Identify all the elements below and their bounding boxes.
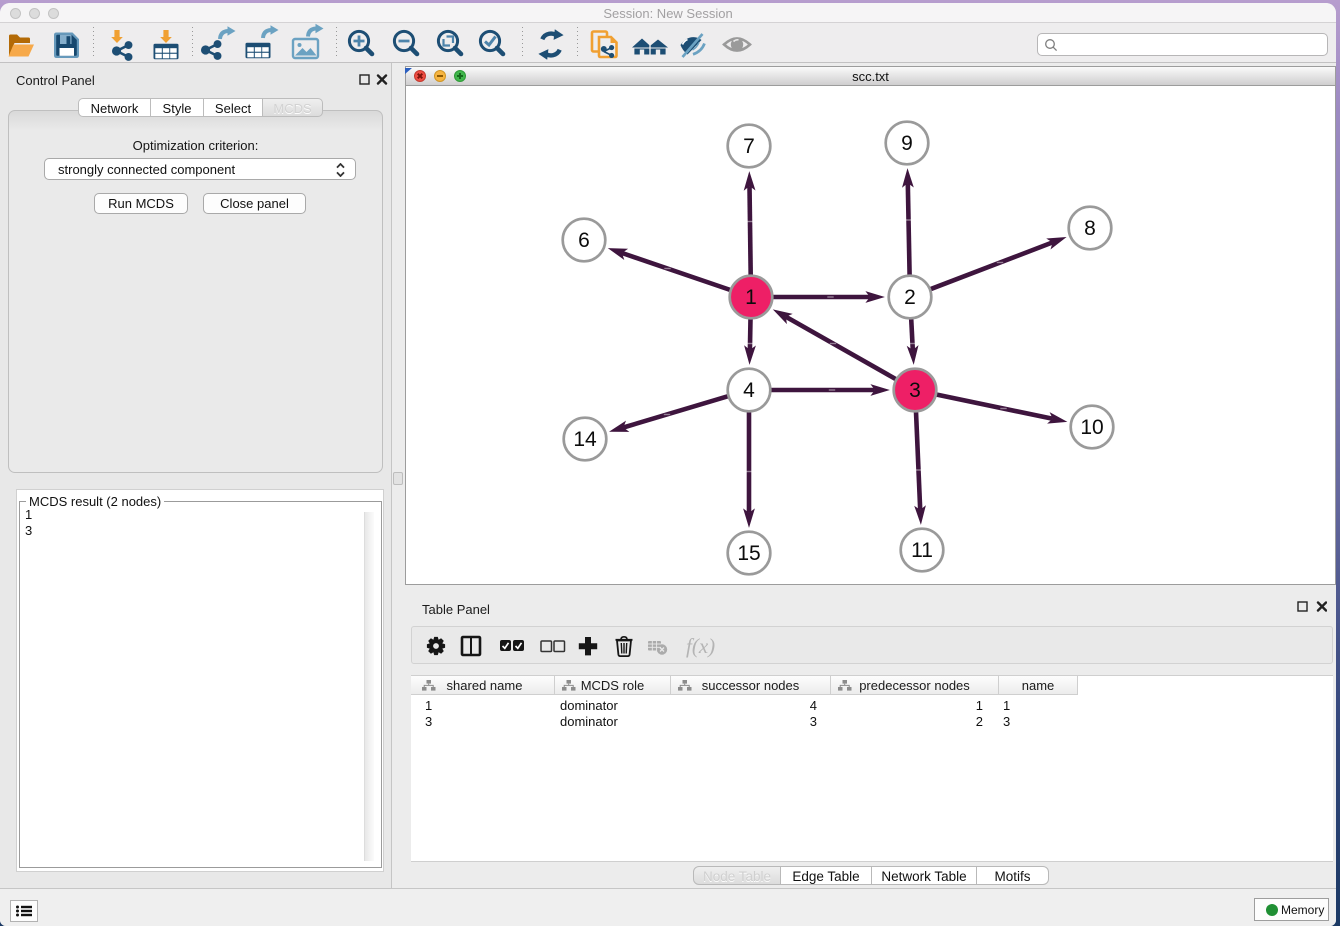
svg-text:15: 15 [737, 542, 760, 565]
svg-text:1: 1 [745, 286, 757, 309]
svg-text:6: 6 [578, 229, 590, 252]
svg-text:7: 7 [743, 135, 755, 158]
svg-text:4: 4 [743, 379, 755, 402]
svg-text:14: 14 [573, 428, 597, 451]
svg-text:3: 3 [909, 379, 921, 402]
svg-text:10: 10 [1080, 416, 1103, 439]
svg-text:2: 2 [904, 286, 916, 309]
svg-text:8: 8 [1084, 217, 1096, 240]
svg-text:11: 11 [911, 539, 933, 562]
svg-text:9: 9 [901, 132, 913, 155]
svg-text:f(x): f(x) [686, 634, 715, 658]
